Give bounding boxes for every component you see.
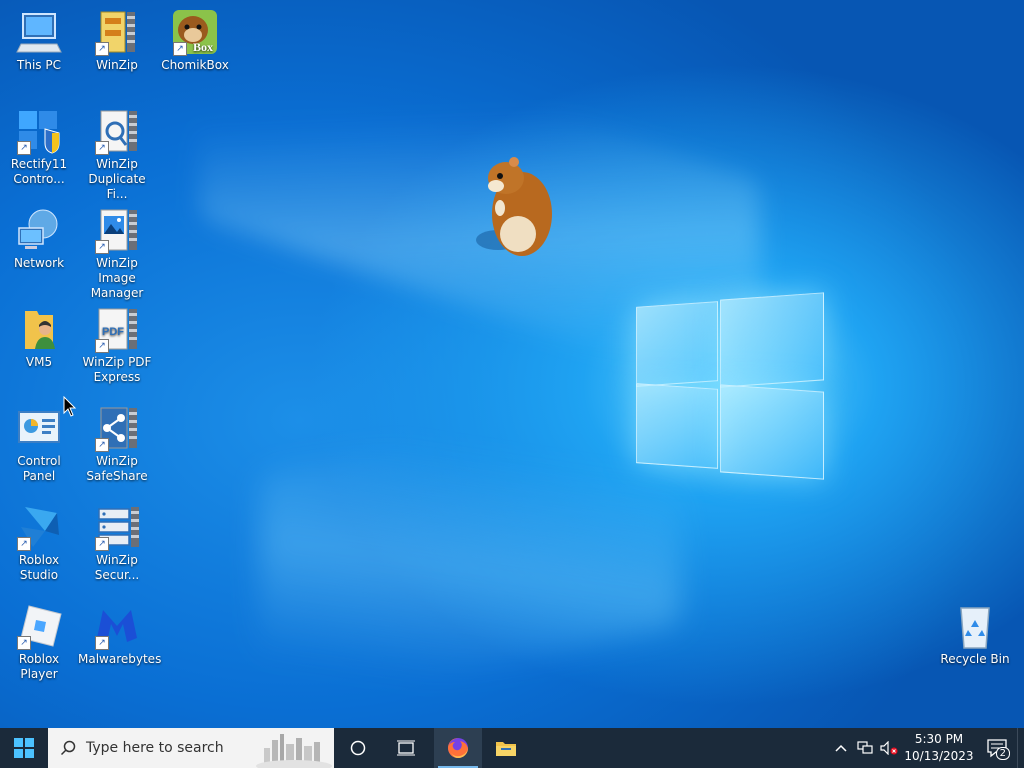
search-placeholder: Type here to search [86, 740, 224, 756]
taskbar: Type here to search 5:30 PM 10/13/2023 2 [0, 728, 1024, 768]
shortcut-arrow-icon: ↗ [17, 141, 31, 155]
chevron-up-icon [835, 744, 847, 752]
start-button[interactable] [0, 728, 48, 768]
desktop-icon-roblox-player[interactable]: ↗ Roblox Player [0, 602, 78, 682]
task-view-button[interactable] [382, 728, 430, 768]
taskbar-clock[interactable]: 5:30 PM 10/13/2023 [901, 731, 977, 765]
file-explorer-icon [496, 742, 516, 756]
recycle-bin-icon [951, 602, 999, 650]
winzip-duplicate-finder-icon: ↗ [93, 107, 141, 155]
show-hidden-icons-button[interactable] [829, 728, 853, 768]
malwarebytes-icon: ↗ [93, 602, 141, 650]
desktop-icon-label: Recycle Bin [940, 652, 1010, 666]
desktop-icon-malwarebytes[interactable]: ↗ Malwarebytes [78, 602, 162, 667]
chomikbox-badge-text: Box [193, 40, 213, 54]
wallpaper-light-ray [260, 385, 680, 715]
shortcut-arrow-icon: ↗ [95, 339, 109, 353]
shortcut-arrow-icon: ↗ [95, 240, 109, 254]
desktop-icon-recycle-bin[interactable]: Recycle Bin [936, 602, 1014, 667]
network-wired-icon [857, 741, 873, 754]
shortcut-arrow-icon: ↗ [17, 537, 31, 551]
network-tray-button[interactable] [853, 728, 877, 768]
desktop-icon-label: WinZip PDF Express [82, 355, 152, 384]
shortcut-arrow-icon: ↗ [173, 42, 187, 56]
desktop-icon-label: WinZip [96, 58, 138, 72]
desktop-icon-label: WinZip Image Manager [90, 256, 144, 300]
winzip-safeshare-icon: ↗ [93, 404, 141, 452]
winzip-pdf-express-icon: PDF ↗ [93, 305, 141, 353]
shortcut-arrow-icon: ↗ [95, 141, 109, 155]
desktop-icon-this-pc[interactable]: This PC [0, 8, 78, 73]
desktop-icon-winzip-pdf[interactable]: PDF ↗ WinZip PDF Express [78, 305, 156, 385]
windows-wallpaper-logo [636, 290, 824, 480]
desktop-icon-label: ChomikBox [161, 58, 229, 72]
cortana-button[interactable] [334, 728, 382, 768]
control-panel-icon [15, 404, 63, 452]
hamster-desktop-pet[interactable] [470, 152, 560, 262]
taskbar-search-box[interactable]: Type here to search [48, 728, 334, 768]
clock-time: 5:30 PM [914, 732, 964, 746]
desktop-icon-label: WinZip Secur... [94, 553, 140, 582]
computer-icon [15, 8, 63, 56]
shortcut-arrow-icon: ↗ [95, 42, 109, 56]
desktop-icon-label: Rectify11 Contro... [10, 157, 68, 186]
mouse-cursor [63, 396, 77, 417]
desktop-icon-chomikbox[interactable]: Box ↗ ChomikBox [156, 8, 234, 73]
clock-date: 10/13/2023 [904, 749, 974, 763]
task-view-icon [397, 740, 415, 756]
system-tray: 5:30 PM 10/13/2023 2 [829, 728, 1024, 768]
desktop-icon-winzip-duplicate[interactable]: ↗ WinZip Duplicate Fi... [78, 107, 156, 202]
desktop-icon-label: Roblox Player [18, 652, 60, 681]
network-icon [15, 206, 63, 254]
desktop-icon-winzip[interactable]: ↗ WinZip [78, 8, 156, 73]
notification-count-badge: 2 [995, 747, 1010, 760]
shortcut-arrow-icon: ↗ [95, 636, 109, 650]
desktop-icon-label: Roblox Studio [18, 553, 60, 582]
desktop-icon-winzip-safeshare[interactable]: ↗ WinZip SafeShare [78, 404, 156, 484]
show-desktop-button[interactable] [1017, 728, 1024, 768]
cortana-icon [350, 740, 366, 756]
control-center-icon: ↗ [15, 107, 63, 155]
winzip-icon: ↗ [93, 8, 141, 56]
desktop-icon-label: WinZip Duplicate Fi... [88, 157, 146, 201]
shortcut-arrow-icon: ↗ [17, 636, 31, 650]
desktop-icon-network[interactable]: Network [0, 206, 78, 271]
desktop-icon-winzip-image[interactable]: ↗ WinZip Image Manager [78, 206, 156, 301]
windows-logo-icon [14, 738, 34, 758]
desktop-icon-label: Control Panel [17, 454, 61, 483]
shortcut-arrow-icon: ↗ [95, 438, 109, 452]
search-highlight-cityscape-icon [256, 734, 332, 768]
desktop-icon-label: This PC [17, 58, 61, 72]
desktop-icon-label: Network [13, 256, 65, 270]
desktop-icon-label: VM5 [25, 355, 53, 369]
winzip-secure-backup-icon: ↗ [93, 503, 141, 551]
taskbar-firefox[interactable] [434, 728, 482, 768]
desktop-icon-roblox-studio[interactable]: ↗ Roblox Studio [0, 503, 78, 583]
pdf-badge-text: PDF [102, 326, 124, 338]
roblox-studio-icon: ↗ [15, 503, 63, 551]
desktop-icon-rectify11[interactable]: ↗ Rectify11 Contro... [0, 107, 78, 187]
chomikbox-icon: Box ↗ [171, 8, 219, 56]
volume-muted-icon [880, 741, 898, 755]
desktop-icon-label: Malwarebytes [78, 652, 162, 666]
search-icon [60, 740, 76, 756]
firefox-icon [448, 738, 468, 758]
action-center-button[interactable]: 2 [977, 728, 1017, 768]
desktop-icon-label: WinZip SafeShare [86, 454, 148, 483]
roblox-player-icon: ↗ [15, 602, 63, 650]
shortcut-arrow-icon: ↗ [95, 537, 109, 551]
desktop-icon-winzip-secure[interactable]: ↗ WinZip Secur... [78, 503, 156, 583]
winzip-image-manager-icon: ↗ [93, 206, 141, 254]
user-folder-icon [15, 305, 63, 353]
taskbar-file-explorer[interactable] [482, 728, 530, 768]
volume-tray-button[interactable] [877, 728, 901, 768]
desktop-icon-vm5[interactable]: VM5 [0, 305, 78, 370]
